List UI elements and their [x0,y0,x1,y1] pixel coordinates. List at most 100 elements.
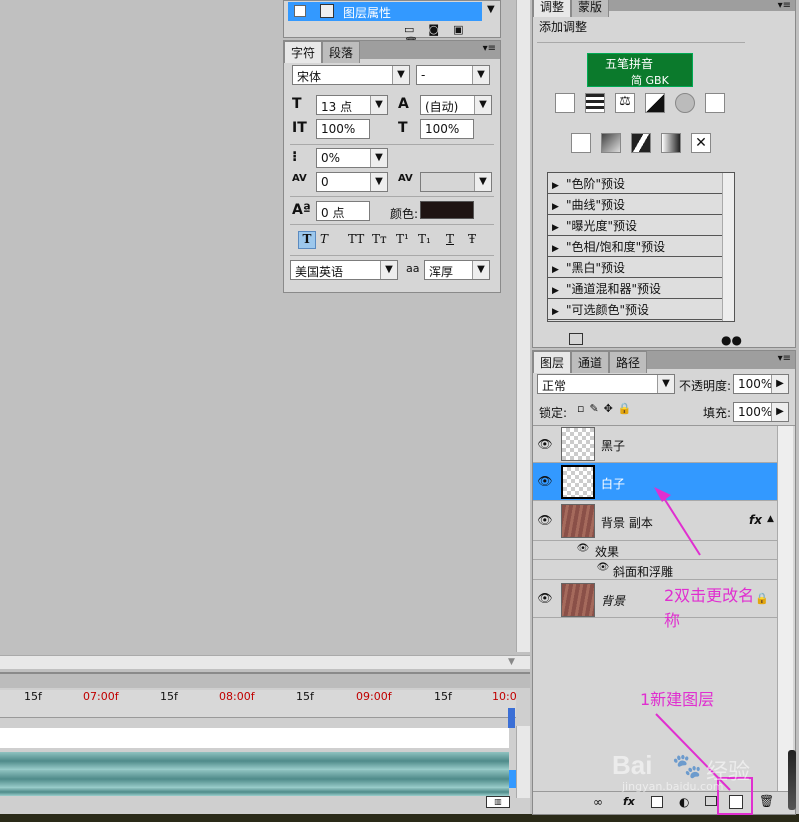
underline-button[interactable]: T [446,232,454,246]
panel-menu-icon[interactable]: ▾≡ [778,353,791,364]
strikethrough-button[interactable]: Ŧ [468,232,476,246]
new-group-icon[interactable] [705,796,717,806]
language-select[interactable]: 美国英语 ▼ [290,260,398,280]
timeline-track-selected[interactable] [509,770,516,788]
black-white-icon[interactable] [645,93,665,113]
vertical-scale-field[interactable]: 100% [316,119,370,139]
tab-paths[interactable]: 路径 [609,351,648,373]
leading-field[interactable]: (自动) ▼ [420,95,492,115]
blend-mode-select[interactable]: 正常 ▼ [537,374,675,394]
tracking-field[interactable]: ▼ [420,172,492,192]
baseline-shift-field[interactable]: 0 点 [316,201,370,221]
threshold-icon[interactable] [631,133,651,153]
layer-row[interactable]: 👁 背景 副本 fx ▲ [533,501,777,541]
tab-channels[interactable]: 通道 [571,351,610,373]
small-caps-button[interactable]: Tт [372,232,387,246]
document-hscrollbar[interactable]: ▼ [0,655,530,669]
text-color-swatch[interactable] [420,201,474,219]
checkbox-icon [294,5,306,17]
timeline-tick-label: 09:00f [356,690,392,703]
timeline-scroll[interactable] [516,726,530,798]
tsume-field[interactable]: 0% ▼ [316,148,388,168]
expand-view-icon[interactable] [569,333,583,345]
channel-mixer-icon[interactable] [705,93,725,113]
layer-props-menu-item[interactable]: 图层属性 [288,2,482,21]
preset-item-exposure[interactable]: ▶ "曝光度"预设 [548,215,722,236]
all-caps-button[interactable]: TT [348,232,364,246]
preset-item-channel-mixer[interactable]: ▶ "通道混和器"预设 [548,278,722,299]
new-layer-button[interactable] [729,795,743,809]
levels-icon[interactable] [555,93,575,113]
preset-item-black-white[interactable]: ▶ "黑白"预设 [548,257,722,278]
add-mask-icon[interactable] [651,796,663,808]
font-size-field[interactable]: 13 点 ▼ [316,95,388,115]
faux-bold-button[interactable]: T [298,231,316,249]
new-adjustment-icon[interactable]: ◐ [679,795,689,809]
tab-paragraph[interactable]: 段落 [322,41,361,63]
font-family-select[interactable]: 宋体 ▼ [292,65,410,85]
faux-italic-button[interactable]: T [320,232,328,246]
tab-adjustments[interactable]: 调整 [533,0,572,17]
photo-filter-icon[interactable] [675,93,695,113]
tab-masks[interactable]: 蒙版 [571,0,610,17]
timeline-zoom-icon[interactable]: ▥ [486,796,510,808]
effect-row[interactable]: 👁 斜面和浮雕 [533,560,777,580]
timeline-track[interactable] [0,752,509,770]
eye-icon[interactable]: 👁 [537,591,553,605]
fx-icon[interactable]: fx [749,513,762,527]
layer-row[interactable]: 👁 黑子 [533,426,777,463]
kerning-field[interactable]: 0 ▼ [316,172,388,192]
chevron-up-icon[interactable]: ▲ [767,514,774,524]
horizontal-scale-field[interactable]: 100% [420,119,474,139]
timeline-track[interactable] [0,788,509,796]
antialias-select[interactable]: 浑厚 ▼ [424,260,490,280]
superscript-button[interactable]: T¹ [396,232,409,246]
eye-icon[interactable]: 👁 [537,513,553,527]
add-style-icon[interactable]: fx [623,795,635,808]
layer-name[interactable]: 黑子 [601,437,625,454]
chevron-down-icon: ▼ [380,261,397,279]
chevron-down-icon: ▼ [474,173,491,191]
effects-row[interactable]: 👁 效果 [533,541,777,560]
link-layers-icon[interactable]: ∞ [593,795,603,809]
clip-layer-icon[interactable]: ●● [721,333,742,347]
preset-item-hue-saturation[interactable]: ▶ "色相/饱和度"预设 [548,236,722,257]
tab-character[interactable]: 字符 [284,41,323,63]
panel-menu-icon[interactable]: ▾≡ [483,43,496,54]
gradient-map-icon[interactable] [661,133,681,153]
selective-color-icon[interactable]: ✕ [691,133,711,153]
chevron-down-icon[interactable]: ▼ [487,4,495,15]
curves-icon[interactable] [585,93,605,113]
chevron-right-icon: ▶ [771,403,788,421]
layer-name[interactable]: 背景 [601,592,625,609]
current-time-indicator[interactable] [508,708,515,728]
eye-icon[interactable]: 👁 [537,474,553,488]
posterize-icon[interactable] [601,133,621,153]
eye-icon[interactable]: 👁 [595,562,611,573]
trash-icon[interactable]: 🗑 [759,794,774,808]
lock-icons[interactable]: ▫✎✥🔒 [577,402,637,415]
layer-row-selected[interactable]: 👁 白子 [533,463,777,501]
opacity-field[interactable]: 100% ▶ [733,374,789,394]
chevron-down-icon: ▼ [472,261,489,279]
tab-layers[interactable]: 图层 [533,351,572,373]
panel-menu-icon[interactable]: ▾≡ [778,0,791,11]
fill-field[interactable]: 100% ▶ [733,402,789,422]
eye-icon[interactable]: 👁 [575,543,591,554]
balance-icon[interactable]: ⚖ [615,93,635,113]
preset-item-levels[interactable]: ▶ "色阶"预设 [548,173,722,194]
invert-icon[interactable] [571,133,591,153]
document-vscrollbar[interactable] [516,0,530,652]
presets-scrollbar[interactable] [722,173,734,321]
preset-item-selective-color[interactable]: ▶ "可选颜色"预设 [548,299,722,320]
preset-item-curves[interactable]: ▶ "曲线"预设 [548,194,722,215]
leading-icon: A [398,96,409,112]
layer-name[interactable]: 背景 副本 [601,514,653,531]
chevron-down-icon[interactable]: ▼ [508,657,515,667]
layer-name[interactable]: 白子 [601,475,625,492]
font-style-select[interactable]: - ▼ [416,65,490,85]
timeline-track[interactable] [0,770,509,788]
subscript-button[interactable]: T₁ [418,232,431,246]
layers-scrollbar[interactable] [777,426,793,794]
eye-icon[interactable]: 👁 [537,437,553,451]
